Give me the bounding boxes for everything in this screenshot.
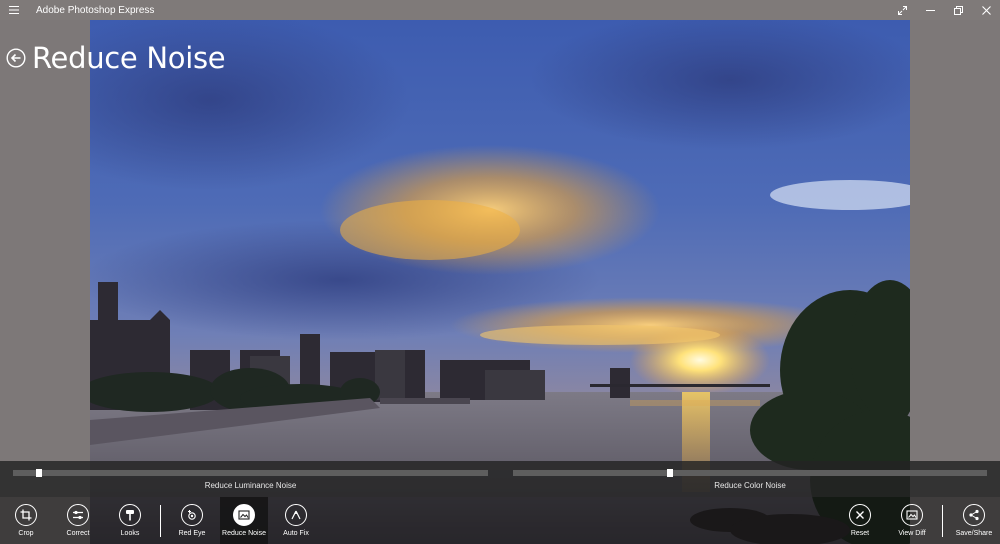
crop-label: Crop xyxy=(18,530,34,537)
reduce-noise-label: Reduce Noise xyxy=(222,530,266,537)
luminance-noise-label: Reduce Luminance Noise xyxy=(204,481,297,490)
slider-track xyxy=(513,470,987,476)
restore-icon[interactable] xyxy=(944,0,972,20)
view-diff-icon xyxy=(901,504,923,526)
color-noise-slider[interactable] xyxy=(513,469,987,477)
reset-icon xyxy=(849,504,871,526)
red-eye-button[interactable]: Red Eye xyxy=(168,497,216,544)
slider-track xyxy=(13,470,488,476)
save-share-button[interactable]: Save/Share xyxy=(950,497,998,544)
view-diff-button[interactable]: View Diff xyxy=(888,497,936,544)
page-title: Reduce Noise xyxy=(32,41,226,75)
auto-fix-label: Auto Fix xyxy=(283,530,309,537)
looks-label: Looks xyxy=(120,530,140,537)
noise-slider-panel: Reduce Luminance Noise Reduce Color Nois… xyxy=(0,461,1000,497)
app-title: Adobe Photoshop Express xyxy=(36,4,155,16)
save-share-label: Save/Share xyxy=(955,530,993,537)
magic-wand-icon xyxy=(285,504,307,526)
crop-icon xyxy=(15,504,37,526)
window-controls xyxy=(888,0,1000,20)
color-noise-label: Reduce Color Noise xyxy=(714,481,786,490)
fullscreen-icon[interactable] xyxy=(888,0,916,20)
page-header: Reduce Noise xyxy=(6,38,226,78)
view-diff-label: View Diff xyxy=(898,530,926,537)
sliders-icon xyxy=(67,504,89,526)
correct-label: Correct xyxy=(66,530,90,537)
hamburger-icon[interactable] xyxy=(0,0,28,20)
share-icon xyxy=(963,504,985,526)
red-eye-icon xyxy=(181,504,203,526)
reduce-noise-icon xyxy=(233,504,255,526)
reset-label: Reset xyxy=(850,530,870,537)
close-icon[interactable] xyxy=(972,0,1000,20)
red-eye-label: Red Eye xyxy=(178,530,206,537)
crop-button[interactable]: Crop xyxy=(2,497,50,544)
reset-button[interactable]: Reset xyxy=(836,497,884,544)
bottom-toolbar: Crop Correct Looks Red Eye Reduce Noise … xyxy=(0,497,1000,544)
slider-thumb[interactable] xyxy=(36,469,42,477)
looks-button[interactable]: Looks xyxy=(106,497,154,544)
auto-fix-button[interactable]: Auto Fix xyxy=(272,497,320,544)
correct-button[interactable]: Correct xyxy=(54,497,102,544)
title-bar: Adobe Photoshop Express xyxy=(0,0,1000,20)
paint-roller-icon xyxy=(119,504,141,526)
reduce-noise-button[interactable]: Reduce Noise xyxy=(220,497,268,544)
luminance-noise-slider[interactable] xyxy=(13,469,488,477)
toolbar-divider xyxy=(160,505,161,537)
back-arrow-icon[interactable] xyxy=(6,48,26,68)
slider-thumb[interactable] xyxy=(667,469,673,477)
minimize-icon[interactable] xyxy=(916,0,944,20)
toolbar-divider xyxy=(942,505,943,537)
